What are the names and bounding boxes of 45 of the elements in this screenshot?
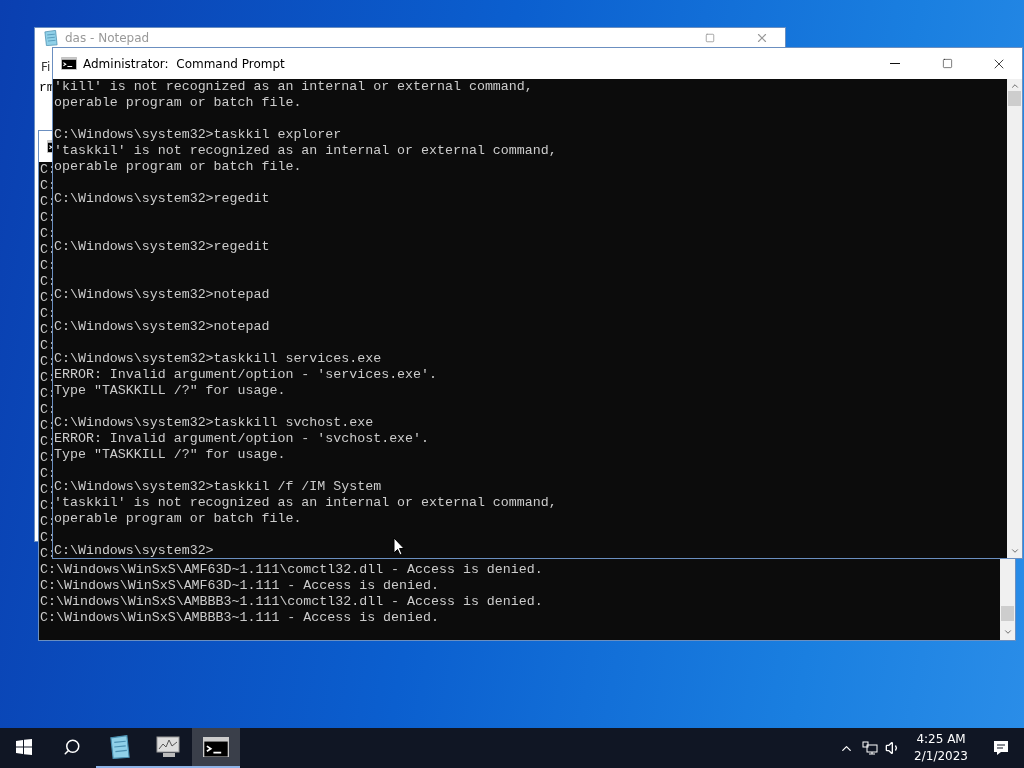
performance-monitor-icon bbox=[155, 735, 181, 759]
console-line: Type "TASKKILL /?" for usage. bbox=[54, 383, 286, 398]
close-icon bbox=[755, 31, 769, 45]
console-line: 'taskkil' is not recognized as an internal or external command, bbox=[54, 143, 557, 158]
console-line: C:\Windows\WinSxS\AMBBB3~1.111\comctl32.dll - Access is denied. bbox=[40, 594, 543, 609]
console-icon bbox=[203, 736, 229, 758]
taskbar-app-button[interactable] bbox=[192, 728, 240, 768]
maximize-icon bbox=[941, 58, 953, 69]
maximize-icon bbox=[705, 33, 715, 43]
console-line: C:\Windows\system32>notepad bbox=[54, 319, 270, 334]
menu-item[interactable]: Fi bbox=[41, 60, 51, 74]
console-line: C:\Windows\WinSxS\AMF63D~1.111\comctl32.dll - Access is denied. bbox=[40, 562, 543, 577]
scrollbar[interactable] bbox=[1007, 79, 1022, 558]
minimize-icon bbox=[890, 63, 900, 64]
console-line: C:\Windows\system32>notepad bbox=[54, 287, 270, 302]
scrollbar-thumb[interactable] bbox=[1008, 91, 1021, 106]
console-line: operable program or batch file. bbox=[54, 159, 302, 174]
window-title: das - Notepad bbox=[65, 31, 150, 45]
scroll-down-icon[interactable] bbox=[1009, 546, 1020, 556]
console-line: C:\Windows\system32>regedit bbox=[54, 239, 270, 254]
console-line: C:\Windows\system32>taskkil /f /IM System bbox=[54, 479, 382, 494]
window-title: Administrator: Command Prompt bbox=[83, 56, 285, 71]
console-line: Type "TASKKILL /?" for usage. bbox=[54, 447, 286, 462]
console-icon bbox=[61, 57, 77, 70]
notepad-icon bbox=[43, 30, 59, 46]
console-line: operable program or batch file. bbox=[54, 511, 302, 526]
console-line: C:\Windows\system32>taskkill services.exe bbox=[54, 351, 382, 366]
console-line: ERROR: Invalid argument/option - 'services.exe'. bbox=[54, 367, 437, 382]
console-line: C:\Windows\system32>regedit bbox=[54, 191, 270, 206]
console-line: operable program or batch file. bbox=[54, 95, 302, 110]
console-line: C:\Windows\system32> bbox=[54, 543, 214, 558]
console-line: C:\Windows\WinSxS\AMBBB3~1.111 - Access is denied. bbox=[40, 610, 439, 625]
clock[interactable]: 4:25 AM 2/1/2023 bbox=[904, 728, 978, 768]
console-line: 'taskkil' is not recognized as an internal or external command, bbox=[54, 495, 557, 510]
console-line: C:\Windows\system32>taskkil explorer bbox=[54, 127, 342, 142]
console-line: 'kill' is not recognized as an internal or external command, bbox=[54, 79, 533, 94]
console-line: C:\Windows\system32>taskkill svchost.exe bbox=[54, 415, 374, 430]
windows-logo-icon bbox=[16, 739, 32, 755]
console-line: C:\Windows\WinSxS\AMF63D~1.111 - Access is denied. bbox=[40, 578, 439, 593]
search-icon bbox=[63, 738, 81, 756]
console-line: ERROR: Invalid argument/option - 'svchost.exe'. bbox=[54, 431, 430, 446]
scroll-up-icon[interactable] bbox=[1009, 81, 1020, 91]
notepad-icon bbox=[108, 735, 132, 759]
scroll-down-icon[interactable] bbox=[1002, 627, 1013, 637]
scrollbar-thumb[interactable] bbox=[1001, 606, 1014, 621]
